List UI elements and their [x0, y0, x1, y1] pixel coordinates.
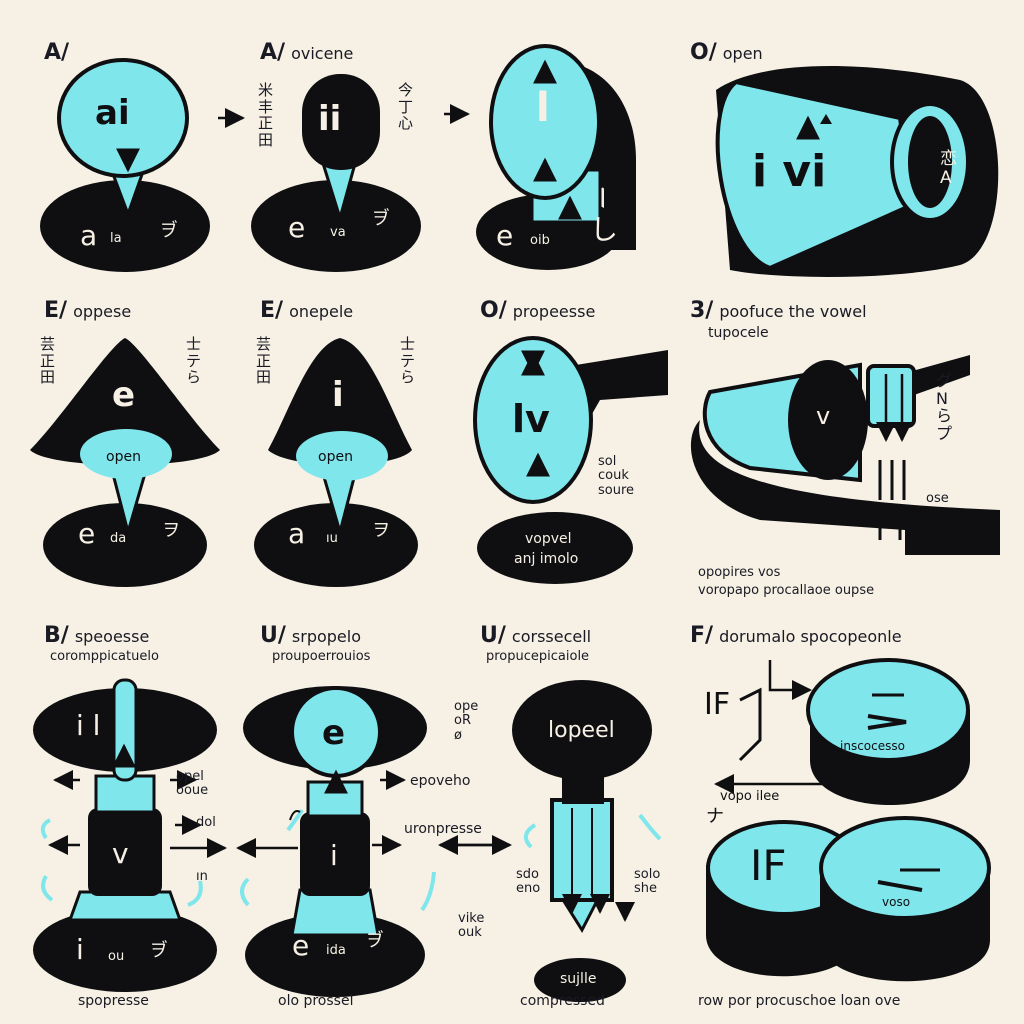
panel-3-base-kana: し [590, 213, 619, 246]
panel-8-caption-2: voropapo procallaoe oupse [698, 583, 875, 598]
panel-10-side-3: uronpresse [404, 821, 482, 837]
panel-9-base-kana: ヺ [150, 940, 168, 961]
panel-2-base-letter: e [288, 211, 306, 244]
panel-8-subheader: tupocele [708, 325, 769, 341]
panel-10-top: e [322, 713, 346, 753]
panel-9-subheader: coromppicatuelo [50, 649, 159, 664]
panel-10-header: U/srpopelo [260, 623, 361, 648]
panel-4-bubble: i vi [752, 146, 827, 197]
panel-2-side-right: 今 丁 心 [398, 81, 414, 132]
panel-12-left-glyph-2: IF [750, 841, 787, 890]
panel-4-header: O/open [690, 40, 763, 65]
panel-7-base-text-1: vopvel [525, 531, 572, 547]
panel-11-side-2: sdo eno [516, 867, 541, 897]
panel-8-graphic [690, 355, 1000, 555]
panel-10-side-2: epoveho [410, 773, 471, 789]
panel-3-bubble: l [536, 85, 550, 131]
panel-12-mid-text: vopo ilee [720, 789, 780, 804]
panel-10-base-letter: e [292, 929, 310, 962]
panel-2-base-kana: ヺ [372, 208, 390, 229]
panel-9-graphic [33, 678, 227, 992]
panel-10-base-kana: ヺ [366, 930, 384, 951]
panel-1-graphic [40, 58, 210, 272]
panel-2-header: A/ovicene [260, 40, 354, 65]
panel-7-bubble: lv [512, 397, 550, 441]
panel-7-header: O/propeesse [480, 298, 596, 323]
panel-7-base-text-2: anj imolo [514, 551, 579, 567]
panel-5-inner: open [106, 449, 141, 465]
panel-1-base-kana: ヺ [160, 220, 178, 241]
panel-5-base-small: da [110, 531, 127, 546]
vowel-diagram [30, 44, 1000, 1002]
panel-9-caption: spopresse [78, 993, 149, 1009]
panel-8-side-right: グ N ら プ [936, 371, 953, 443]
panel-12-kana: ナ [706, 806, 724, 827]
panel-10-mid: i [330, 839, 338, 872]
panel-10-subheader: proupoerrouios [272, 649, 371, 664]
panel-8-side-small: ose [926, 491, 949, 506]
panel-9-side-2: dol [196, 815, 216, 830]
panel-3-base-small: oib [530, 233, 550, 248]
panel-8-bubble: v [816, 402, 831, 430]
panel-4-side-right: 恋 A [940, 149, 957, 188]
panel-5-base-kana: ヲ [162, 520, 180, 541]
panel-9-side-1: opel ooue [176, 769, 209, 799]
panel-6-base-small: ıu [326, 531, 338, 546]
panel-10-side-1: ope oR ø [454, 699, 479, 743]
panel-9-side-3: ın [196, 869, 208, 884]
panel-5-bubble: e [112, 375, 136, 415]
panel-1-base-letter: a [80, 219, 98, 252]
panel-7-side-text: sol couk soure [598, 454, 635, 498]
panel-3-base-letter: e [496, 219, 514, 252]
panel-7-graphic [473, 336, 668, 584]
panel-6-base-letter: a [288, 517, 306, 550]
panel-9-base-small: ou [108, 949, 125, 964]
panel-2-base-small: va [330, 225, 346, 240]
panel-6-side-left: 芸 正 田 [256, 335, 272, 386]
panel-2-side-left: 米 丰 正 田 [258, 81, 274, 149]
panel-11-side-3: solo she [634, 867, 661, 897]
panel-9-base-letter: i [76, 933, 84, 966]
panel-1-base-small: la [110, 231, 122, 246]
panel-6-bubble: i [332, 375, 344, 415]
panel-5-base-letter: e [78, 517, 96, 550]
panel-6-base-kana: ヲ [372, 520, 390, 541]
panel-11-top: lopeel [548, 718, 615, 743]
panel-1-bubble: ai [95, 93, 130, 133]
panel-12-disc-1-text: inscocesso [840, 739, 905, 753]
panel-11-subheader: propucepicaiole [486, 649, 590, 664]
panel-11-caption: compressed [520, 993, 605, 1009]
panel-12-header: F/dorumalo spocopeonle [690, 623, 902, 648]
panel-9-header: B/speoesse [44, 623, 150, 648]
panel-5-side-right: 士 テ ら [186, 335, 202, 386]
panel-6-header: E/onepele [260, 298, 354, 323]
panel-12-caption: row por procuschoe loan ove [698, 993, 901, 1009]
panel-11-base: sujlle [560, 971, 597, 987]
panel-12-graphic [706, 658, 991, 982]
panel-8-caption-1: opopires vos [698, 565, 781, 580]
panel-8-header: 3/poofuce the vowel [690, 298, 867, 323]
panel-12-disc-2-text: voso [882, 895, 911, 909]
panel-11-side-1: vike ouk [458, 911, 485, 941]
panel-6-side-right: 士 テ ら [400, 335, 416, 386]
panel-2-bubble: ii [318, 99, 342, 139]
panel-9-top: i l [76, 709, 101, 742]
panel-12-left-glyph: IF [704, 687, 731, 722]
panel-10-caption: olo prossel [278, 993, 354, 1009]
panel-1-header: A/ [44, 40, 70, 65]
panel-6-inner: open [318, 449, 353, 465]
panel-5-side-left: 芸 正 田 [40, 335, 56, 386]
panel-11-header: U/corssecell [480, 623, 592, 648]
panel-5-header: E/oppese [44, 298, 132, 323]
panel-9-mid: v [112, 837, 129, 870]
panel-10-base-small: ida [326, 943, 346, 958]
